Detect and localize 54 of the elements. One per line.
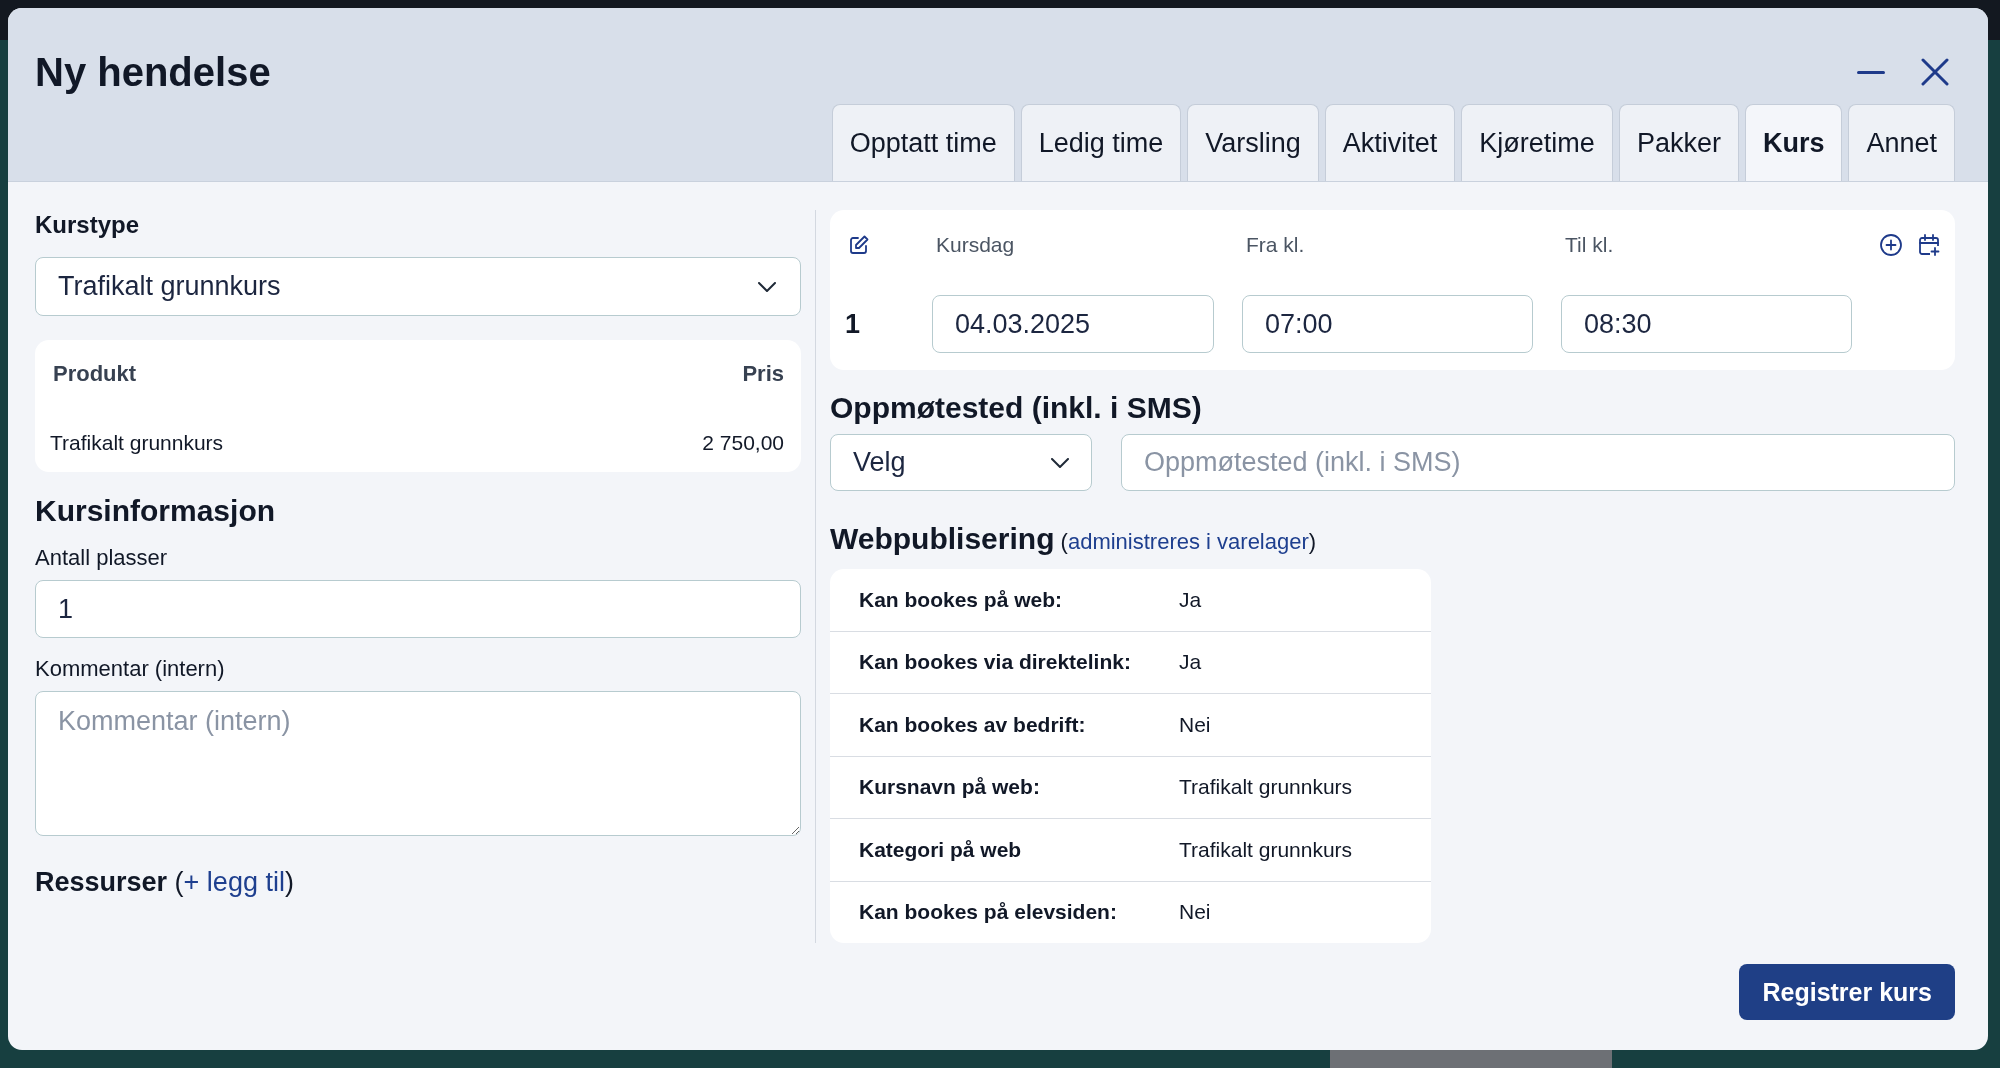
- start-time-input[interactable]: 07:00: [1242, 295, 1533, 353]
- tab[interactable]: Annet: [1848, 104, 1955, 181]
- register-course-button[interactable]: Registrer kurs: [1739, 964, 1955, 1020]
- column-header: Fra kl.: [1245, 233, 1305, 257]
- close-icon[interactable]: [1921, 58, 1949, 86]
- add-icon[interactable]: [1880, 234, 1902, 256]
- field-value: Ja: [1179, 650, 1202, 675]
- chevron-down-icon: [1051, 457, 1069, 468]
- field-label: Kan bookes av bedrift:: [858, 712, 1087, 737]
- field-value: Nei: [1179, 712, 1211, 737]
- table-cell-text: 2 750,00: [702, 430, 785, 456]
- tab[interactable]: Kurs: [1744, 104, 1843, 181]
- row-number: 1: [845, 308, 861, 340]
- field-label: Kan bookes på web:: [858, 587, 1064, 612]
- field-value: Trafikalt grunnkurs: [1179, 775, 1353, 800]
- tab[interactable]: Opptatt time: [831, 104, 1015, 181]
- column-header: Pris: [742, 360, 785, 388]
- field-value: Nei: [1179, 900, 1211, 925]
- date-input[interactable]: 04.03.2025: [932, 295, 1214, 353]
- section-heading: Kursinformasjon: [35, 493, 277, 529]
- column-header: Kursdag: [935, 233, 1015, 257]
- field-label: Kan bookes via direktelink:: [858, 650, 1132, 675]
- comment-field[interactable]: Kommentar (intern): [35, 691, 802, 836]
- course-type-select[interactable]: Trafikalt grunnkurs: [35, 257, 802, 316]
- add-resource-link[interactable]: + legg til: [183, 867, 285, 897]
- tab[interactable]: Ledig time: [1020, 104, 1182, 181]
- section-heading: Webpublisering (administreres i varelager): [830, 521, 1317, 557]
- edit-icon[interactable]: [849, 235, 869, 255]
- tab[interactable]: Kjøretime: [1461, 104, 1613, 181]
- resources-heading: Ressurser (+ legg til): [35, 866, 294, 898]
- minimize-icon[interactable]: [1857, 70, 1885, 74]
- chevron-down-icon: [758, 281, 777, 292]
- field-label: Kategori på web: [858, 837, 1023, 862]
- field-label: Kursnavn på web:: [858, 775, 1041, 800]
- column-header: Produkt: [53, 360, 137, 388]
- tab[interactable]: Aktivitet: [1324, 104, 1456, 181]
- inventory-link[interactable]: administreres i varelager: [1067, 529, 1309, 554]
- field-label: Antall plasser: [35, 544, 169, 572]
- section-heading: Oppmøtested (inkl. i SMS): [830, 390, 1203, 426]
- seats-input[interactable]: 1: [35, 580, 802, 638]
- field-label: Kan bookes på elevsiden:: [858, 900, 1118, 925]
- field-label: Kurstype: [35, 210, 141, 240]
- tab[interactable]: Pakker: [1618, 104, 1739, 181]
- field-value: Trafikalt grunnkurs: [1179, 837, 1353, 862]
- calendar-plus-icon[interactable]: [1918, 234, 1940, 256]
- table-cell-text: Trafikalt grunnkurs: [50, 430, 224, 456]
- field-label: Kommentar (intern): [35, 655, 226, 683]
- place-input[interactable]: Oppmøtested (inkl. i SMS): [1121, 434, 1955, 491]
- dialog-title: Ny hendelse: [35, 49, 271, 96]
- tab[interactable]: Varsling: [1187, 104, 1319, 181]
- end-time-input[interactable]: 08:30: [1561, 295, 1852, 353]
- column-header: Til kl.: [1564, 233, 1614, 257]
- field-value: Ja: [1179, 587, 1202, 612]
- place-select[interactable]: Velg: [830, 434, 1092, 491]
